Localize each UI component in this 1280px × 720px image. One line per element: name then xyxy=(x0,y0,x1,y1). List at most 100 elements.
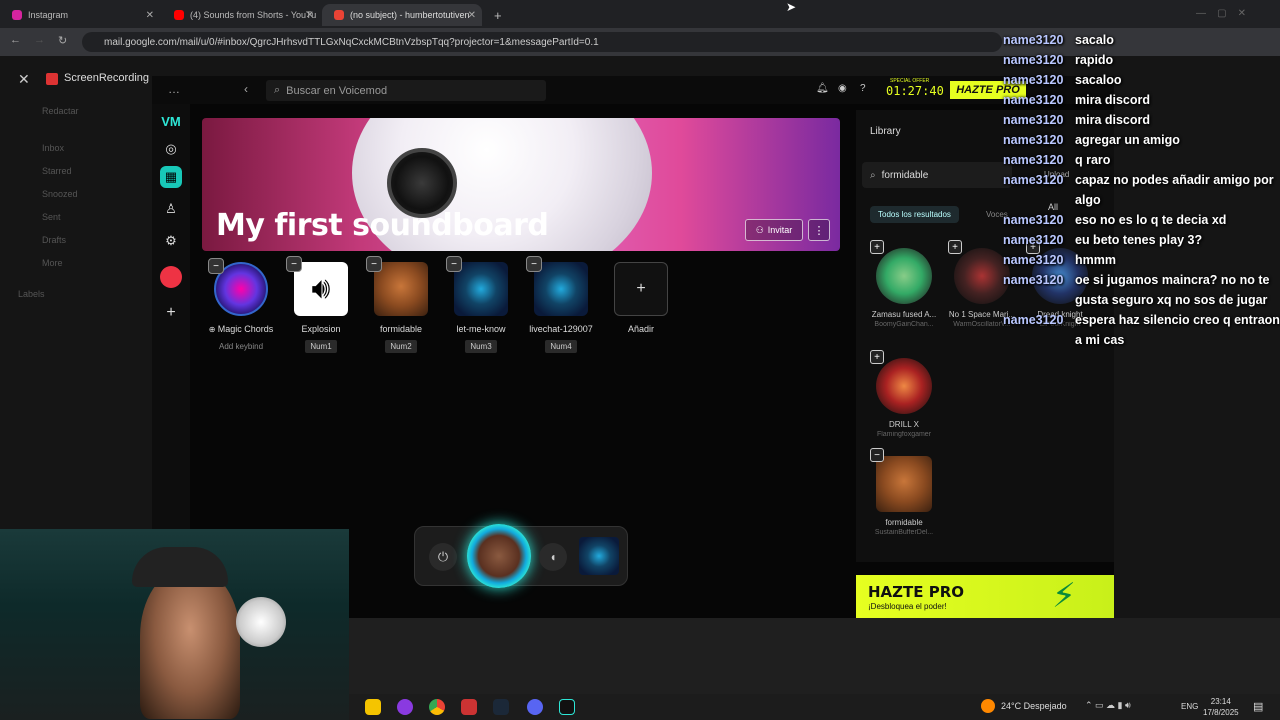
pro-promo-banner[interactable]: HAZTE PRO ¡Desbloquea el poder! ⚡︎ xyxy=(856,575,1114,618)
sound-tile[interactable]: 🔊︎ − Explosion Num1 xyxy=(281,256,361,354)
library-item[interactable]: + Zamasu fused A... BoomyGainChan... xyxy=(868,240,940,328)
tab-youtube[interactable]: (4) Sounds from Shorts - YouTu ✕ xyxy=(162,4,320,26)
chat-username: name3120 xyxy=(1003,73,1064,87)
chat-text: rapido xyxy=(1075,53,1114,67)
sound-tile[interactable]: − let-me-know Num3 xyxy=(441,256,521,354)
library-item[interactable]: + DRILL X Flamingfoxgamer xyxy=(868,350,940,438)
remove-icon[interactable]: − xyxy=(366,256,382,272)
bell-icon[interactable]: 🔔︎ xyxy=(816,83,829,94)
soundboard-more-button[interactable]: ⋮ xyxy=(808,219,830,241)
sound-image: − xyxy=(208,258,268,316)
notification-icon[interactable]: ▤ xyxy=(1253,700,1263,713)
window-controls[interactable]: — ▢ ✕ xyxy=(1196,8,1246,19)
voice-avatar-button[interactable] xyxy=(467,524,531,588)
add-icon[interactable]: + xyxy=(160,302,182,324)
library-item-title: formidable xyxy=(885,518,923,527)
new-tab-button[interactable]: + xyxy=(482,4,502,26)
chrome-icon[interactable] xyxy=(429,699,445,715)
weather-icon xyxy=(981,699,995,713)
keybind-badge[interactable]: Num3 xyxy=(465,340,497,353)
library-item-title: DRILL X xyxy=(889,420,919,429)
promo-subtitle: ¡Desbloquea el poder! xyxy=(868,602,947,611)
mail-app-icon[interactable] xyxy=(461,699,477,715)
add-sound-tile[interactable]: + Añadir xyxy=(601,262,681,334)
instagram-icon xyxy=(12,10,22,20)
chat-username: name3120 xyxy=(1003,233,1064,247)
chat-username: name3120 xyxy=(1003,213,1064,227)
url-field[interactable]: mail.google.com/mail/u/0/#inbox/QgrcJHrh… xyxy=(82,32,1002,52)
help-icon[interactable]: ? xyxy=(860,83,866,94)
chat-username: name3120 xyxy=(1003,253,1064,267)
voice-changer-icon[interactable]: ♙ xyxy=(160,198,182,220)
settings-icon[interactable]: ⚙ xyxy=(160,230,182,252)
desktop-area xyxy=(349,618,1280,694)
sidebar-item-snoozed[interactable]: Snoozed xyxy=(0,183,150,206)
discord-icon[interactable] xyxy=(527,699,543,715)
chat-text: oe si jugamos maincra? no no te gusta se… xyxy=(1075,273,1270,307)
sidebar-item-more[interactable]: More xyxy=(0,252,150,275)
chat-message: name3120 eu beto tenes play 3? xyxy=(1003,230,1280,250)
sound-tile[interactable]: − ⊕ Magic Chords Add keybind xyxy=(201,258,281,351)
chevron-left-icon[interactable]: ‹ xyxy=(244,82,248,96)
more-vert-icon: ⋮ xyxy=(813,224,825,237)
current-sound-thumbnail[interactable] xyxy=(579,537,619,575)
steam-icon[interactable] xyxy=(493,699,509,715)
sidebar-item-inbox[interactable]: Inbox xyxy=(0,137,150,160)
chat-message: name3120 rapido xyxy=(1003,50,1280,70)
remove-icon[interactable]: − xyxy=(446,256,462,272)
sidebar-item-sent[interactable]: Sent xyxy=(0,206,150,229)
chat-message: name3120 oe si jugamos maincra? no no te … xyxy=(1003,270,1280,310)
soundboard-icon[interactable]: ▦ xyxy=(160,166,182,188)
tab-instagram[interactable]: Instagram ✕ xyxy=(0,4,160,26)
remove-icon[interactable]: − xyxy=(286,256,302,272)
chat-username: name3120 xyxy=(1003,173,1064,187)
close-icon[interactable]: ✕ xyxy=(468,10,476,21)
sound-tile[interactable]: − formidable Num2 xyxy=(361,256,441,354)
keybind-badge[interactable]: Num4 xyxy=(545,340,577,353)
invite-button[interactable]: ⚇ Invitar xyxy=(745,219,803,241)
tab-gmail[interactable]: (no subject) - humbertotutiven ✕ xyxy=(322,4,482,26)
speaker-icon: 🔊︎ − xyxy=(286,256,348,316)
power-icon[interactable]: ⏻ xyxy=(429,543,457,571)
discord-icon[interactable]: ◉ xyxy=(838,83,847,94)
forward-icon[interactable]: → xyxy=(34,34,45,46)
remove-icon[interactable]: − xyxy=(526,256,542,272)
sidebar-item-drafts[interactable]: Drafts xyxy=(0,229,150,252)
chat-message: name3120 sacalo xyxy=(1003,30,1280,50)
weather-text[interactable]: 24°C Despejado xyxy=(1001,701,1067,711)
keybind-badge[interactable]: Num2 xyxy=(385,340,417,353)
voicemod-search-input[interactable]: ⌕ Buscar en Voicemod xyxy=(266,80,546,101)
close-icon[interactable]: ✕ xyxy=(18,71,30,88)
remove-icon[interactable]: − xyxy=(208,258,224,274)
system-tray-icons[interactable]: ⌃ ▭ ☁ ▮ 🔊︎ xyxy=(1085,700,1131,711)
sidebar-item-starred[interactable]: Starred xyxy=(0,160,150,183)
add-icon[interactable]: + xyxy=(870,350,884,364)
sound-tile[interactable]: − livechat-129007 Num4 xyxy=(521,256,601,354)
add-keybind-link[interactable]: Add keybind xyxy=(201,342,281,351)
voicemod-taskbar-icon[interactable] xyxy=(559,699,575,715)
library-search-input[interactable]: ⌕ formidable xyxy=(862,162,1012,188)
sidebar-item-compose[interactable]: Redactar xyxy=(0,100,150,123)
compass-icon[interactable]: ◎ xyxy=(160,138,182,160)
hear-myself-icon[interactable]: ◖ xyxy=(539,543,567,571)
chat-message: name3120 capaz no podes añadir amigo por … xyxy=(1003,170,1280,210)
gmail-icon xyxy=(334,10,344,20)
tab-all-results[interactable]: Todos los resultados xyxy=(870,206,959,223)
reload-icon[interactable]: ↻ xyxy=(58,34,67,47)
add-sound-button[interactable]: + xyxy=(614,262,668,316)
menu-dots-icon[interactable]: … xyxy=(168,82,180,96)
notes-icon[interactable] xyxy=(365,699,381,715)
clock[interactable]: 23:14 17/8/2025 xyxy=(1203,696,1239,718)
avatar[interactable] xyxy=(160,266,182,288)
app-icon[interactable] xyxy=(397,699,413,715)
library-item[interactable]: − formidable SustainBufferDel... xyxy=(868,448,940,536)
back-icon[interactable]: ← xyxy=(10,34,21,46)
close-icon[interactable]: ✕ xyxy=(306,10,314,21)
language-indicator[interactable]: ENG xyxy=(1181,702,1198,711)
close-icon[interactable]: ✕ xyxy=(146,10,154,21)
waveform-image: − xyxy=(526,256,588,316)
remove-icon[interactable]: − xyxy=(870,448,884,462)
add-icon[interactable]: + xyxy=(870,240,884,254)
keybind-badge[interactable]: Num1 xyxy=(305,340,337,353)
add-icon[interactable]: + xyxy=(948,240,962,254)
